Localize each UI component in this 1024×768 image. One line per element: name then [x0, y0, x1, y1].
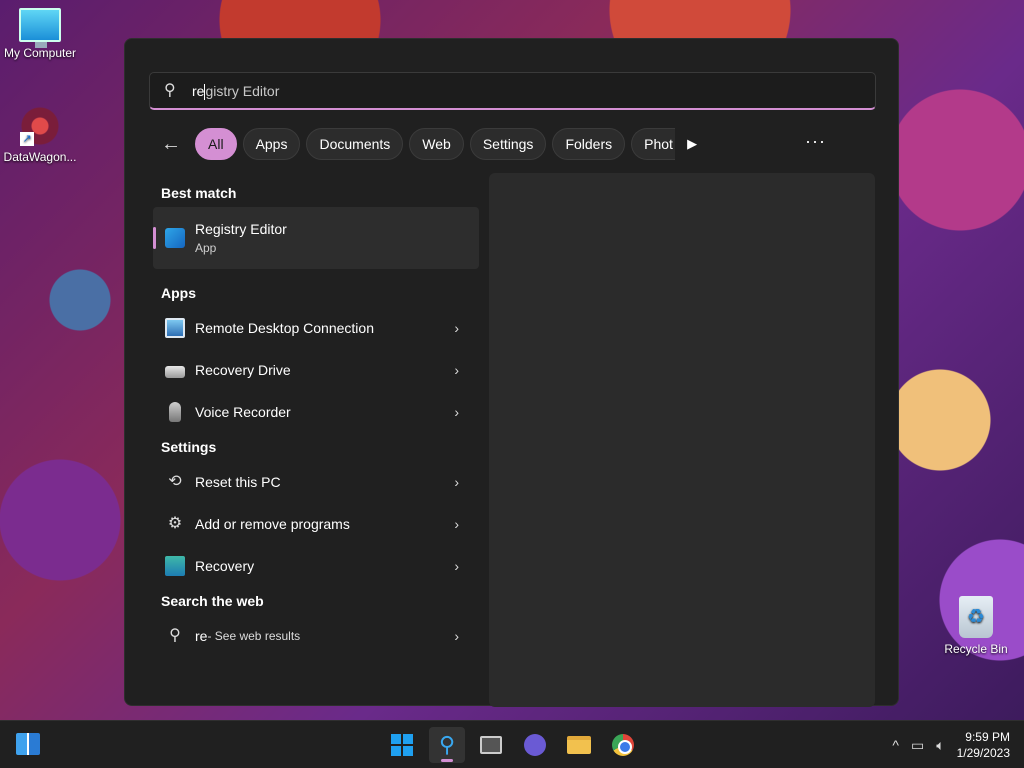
network-icon[interactable]: ▭: [911, 737, 924, 754]
best-match-type: App: [195, 241, 217, 255]
more-ellipsis-icon[interactable]: ···: [805, 131, 826, 152]
chevron-right-icon[interactable]: ›: [454, 320, 459, 336]
system-tray: ^ ▭ 🔈︎ 9:59 PM 1/29/2023: [892, 721, 1024, 768]
chevron-up-icon[interactable]: ^: [892, 737, 899, 753]
desktop-icon-my-computer[interactable]: My Computer: [0, 8, 80, 60]
filter-chip-folders[interactable]: Folders: [552, 128, 626, 160]
section-title-settings: Settings: [161, 439, 217, 455]
result-label: Recovery: [195, 558, 255, 574]
filter-bar: ← All Apps Documents Web Settings Folder…: [161, 127, 707, 161]
recycle-bin-icon: ♻: [959, 596, 993, 638]
chevron-right-icon[interactable]: ›: [454, 474, 459, 490]
search-input[interactable]: ⚲ re gistry Editor: [149, 72, 876, 110]
folder-icon: [567, 736, 591, 754]
result-web-search[interactable]: ⚲ re - See web results ›: [153, 615, 479, 657]
chevron-right-icon[interactable]: ›: [454, 558, 459, 574]
start-button[interactable]: [384, 727, 420, 763]
app-shortcut-icon: [20, 106, 60, 146]
filter-chip-all[interactable]: All: [195, 128, 237, 160]
filter-chip-settings[interactable]: Settings: [469, 128, 547, 160]
result-label: Remote Desktop Connection: [195, 320, 374, 336]
chrome-button[interactable]: [605, 727, 641, 763]
result-add-or-remove-programs[interactable]: ⚙ Add or remove programs ›: [153, 503, 479, 545]
chevron-right-icon[interactable]: ›: [454, 362, 459, 378]
clock[interactable]: 9:59 PM 1/29/2023: [957, 729, 1010, 761]
drive-icon: [165, 366, 185, 378]
result-reset-this-pc[interactable]: ⟲ Reset this PC ›: [153, 461, 479, 503]
remote-desktop-icon: [165, 318, 185, 338]
search-typed-text: re: [192, 82, 205, 99]
section-title-best-match: Best match: [161, 185, 237, 201]
desktop-icon-recycle-bin[interactable]: ♻ Recycle Bin: [936, 596, 1016, 656]
filter-chip-documents[interactable]: Documents: [306, 128, 404, 160]
monitor-icon: [19, 8, 61, 48]
result-voice-recorder[interactable]: Voice Recorder ›: [153, 391, 479, 433]
web-query: re: [195, 628, 208, 644]
result-remote-desktop-connection[interactable]: Remote Desktop Connection ›: [153, 307, 479, 349]
result-label: Reset this PC: [195, 474, 281, 490]
taskbar: ⚲ ^ ▭ 🔈︎ 9:59 PM 1/29/2023: [0, 720, 1024, 768]
reset-icon: ⟲: [168, 473, 182, 490]
widgets-icon[interactable]: [16, 733, 40, 755]
taskbar-search-button[interactable]: ⚲: [429, 727, 465, 763]
web-suffix: - See web results: [207, 629, 301, 643]
search-panel: ⚲ re gistry Editor ← All Apps Documents W…: [124, 38, 899, 707]
search-icon: ⚲: [169, 627, 181, 644]
filter-chip-apps[interactable]: Apps: [242, 128, 301, 160]
back-arrow-icon[interactable]: ←: [161, 127, 187, 161]
filter-chip-web[interactable]: Web: [409, 128, 464, 160]
result-recovery-drive[interactable]: Recovery Drive ›: [153, 349, 479, 391]
search-icon: ⚲: [438, 732, 456, 757]
results-list: Best match Registry Editor App Apps Remo…: [153, 179, 479, 657]
clock-time: 9:59 PM: [965, 730, 1010, 744]
chevron-right-icon[interactable]: ›: [454, 628, 459, 644]
recovery-icon: [165, 556, 185, 576]
filter-chip-photos[interactable]: Phot: [631, 128, 676, 160]
chevron-right-icon[interactable]: ›: [454, 516, 459, 532]
preview-pane: [489, 173, 875, 707]
section-title-search-the-web: Search the web: [161, 593, 264, 609]
desktop-icon-datawagon[interactable]: DataWagon...: [0, 106, 80, 164]
windows-logo-icon: [391, 734, 413, 756]
search-autocomplete-text: gistry Editor: [205, 82, 280, 99]
result-label: Voice Recorder: [195, 404, 291, 420]
chat-icon: [524, 734, 546, 756]
search-icon: ⚲: [164, 81, 176, 99]
chrome-icon: [612, 734, 634, 756]
volume-icon[interactable]: 🔈︎: [936, 737, 944, 754]
chat-button[interactable]: [517, 727, 553, 763]
clock-date: 1/29/2023: [956, 746, 1010, 760]
file-explorer-button[interactable]: [561, 727, 597, 763]
desktop-icon-label: DataWagon...: [3, 150, 77, 164]
task-view-button[interactable]: [473, 727, 509, 763]
registry-editor-icon: [165, 228, 185, 248]
result-label: Recovery Drive: [195, 362, 291, 378]
microphone-icon: [169, 402, 181, 422]
best-match-registry-editor[interactable]: Registry Editor App: [153, 207, 479, 269]
best-match-name: Registry Editor: [195, 221, 287, 237]
chevron-right-icon[interactable]: ›: [454, 404, 459, 420]
result-label: Add or remove programs: [195, 516, 350, 532]
scroll-filters-right-icon[interactable]: ▶: [687, 127, 707, 161]
task-view-icon: [480, 736, 502, 754]
section-title-apps: Apps: [161, 285, 196, 301]
desktop-icon-label: Recycle Bin: [944, 642, 1008, 656]
result-recovery[interactable]: Recovery ›: [153, 545, 479, 587]
desktop-icon-label: My Computer: [3, 46, 77, 60]
gear-icon: ⚙: [167, 515, 183, 532]
